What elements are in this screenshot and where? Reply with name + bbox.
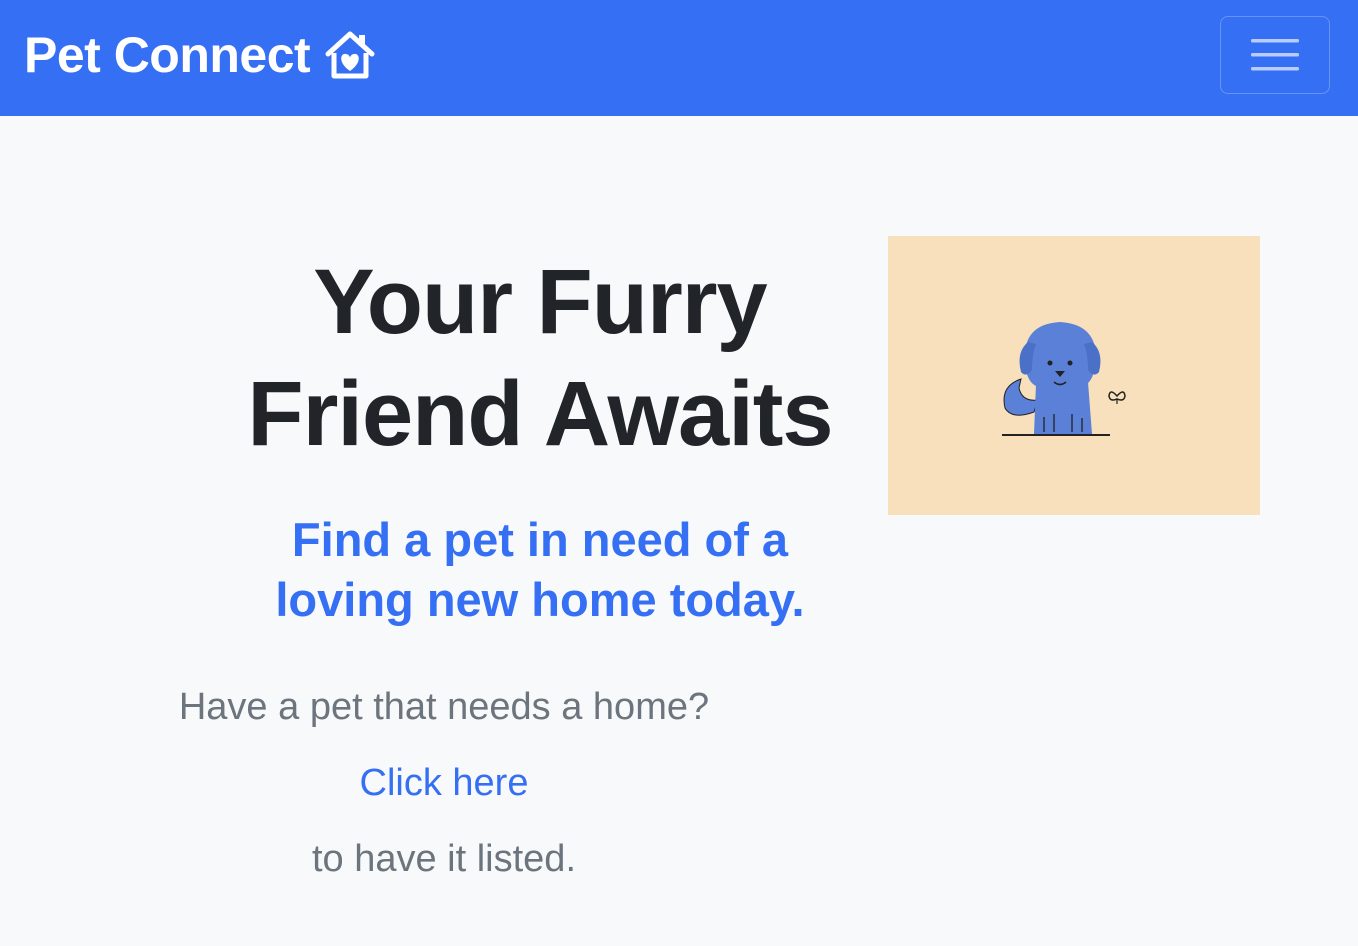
house-heart-icon <box>325 31 375 79</box>
hero-title: Your Furry Friend Awaits <box>200 246 880 470</box>
dog-illustration <box>888 236 1260 515</box>
cta-question: Have a pet that needs a home? <box>178 686 710 728</box>
hero-title-line-2: Friend Awaits <box>247 363 833 465</box>
hero-subtitle-line-2: loving new home today. <box>275 573 805 626</box>
navbar: Pet Connect <box>0 0 1358 116</box>
hero-title-line-1: Your Furry <box>313 251 767 353</box>
hero-subtitle-line-1: Find a pet in need of a <box>291 513 789 566</box>
hamburger-menu-icon <box>1251 39 1299 71</box>
navbar-toggle-button[interactable] <box>1220 16 1330 94</box>
click-here-link[interactable]: Click here <box>110 760 778 806</box>
cta-suffix: to have it listed. <box>311 838 577 880</box>
brand-link[interactable]: Pet Connect <box>24 26 376 84</box>
hero-subtitle: Find a pet in need of a loving new home … <box>200 510 880 630</box>
brand-name: Pet Connect <box>24 27 311 83</box>
